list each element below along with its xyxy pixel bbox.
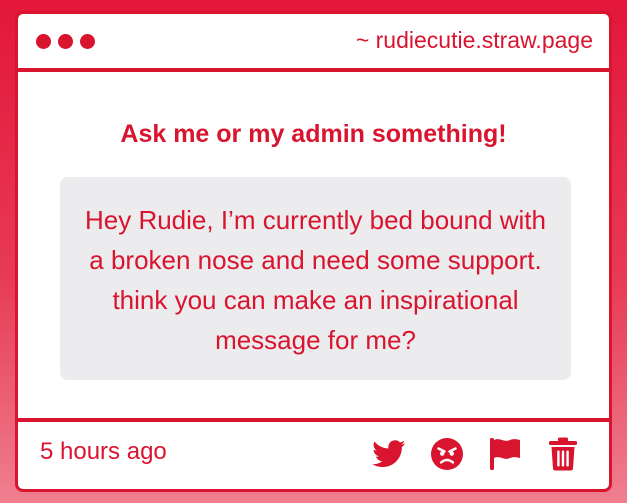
window-dot <box>80 34 95 49</box>
react-angry-button[interactable] <box>429 436 465 472</box>
action-bar <box>371 436 581 472</box>
delete-button[interactable] <box>545 436 581 472</box>
window-dot <box>36 34 51 49</box>
flag-icon <box>490 438 520 470</box>
card-titlebar: ~ rudiecutie.straw.page <box>18 14 609 72</box>
question-card: ~ rudiecutie.straw.page Ask me or my adm… <box>15 11 612 492</box>
window-dot <box>58 34 73 49</box>
angry-face-icon <box>431 438 463 470</box>
share-twitter-button[interactable] <box>371 436 407 472</box>
site-url: ~ rudiecutie.straw.page <box>355 27 593 53</box>
trash-icon <box>549 437 577 471</box>
report-button[interactable] <box>487 436 523 472</box>
timestamp: 5 hours ago <box>40 438 167 465</box>
question-text: Hey Rudie, I’m currently bed bound with … <box>60 177 571 380</box>
window-dots <box>36 34 95 49</box>
twitter-icon <box>372 440 406 468</box>
card-footer: 5 hours ago <box>18 418 609 489</box>
prompt-heading: Ask me or my admin something! <box>120 120 507 148</box>
